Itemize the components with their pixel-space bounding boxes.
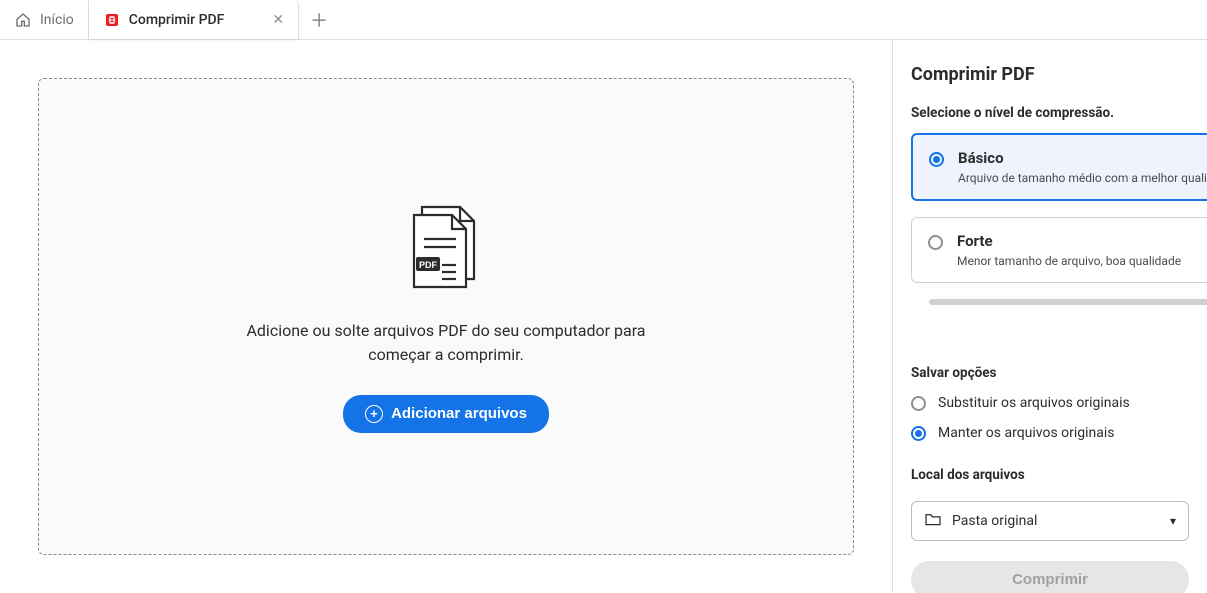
- location-value: Pasta original: [952, 513, 1037, 529]
- option-basic-desc: Arquivo de tamanho médio com a melhor qu…: [958, 171, 1207, 185]
- radio-icon: [929, 152, 944, 167]
- radio-icon: [911, 396, 926, 411]
- save-options-label: Salvar opções: [893, 365, 1207, 391]
- tab-compress-pdf[interactable]: Comprimir PDF ✕: [89, 0, 299, 39]
- save-option-keep[interactable]: Manter os arquivos originais: [893, 421, 1207, 451]
- tab-home[interactable]: Início: [0, 0, 89, 39]
- panel-subtitle: Selecione o nível de compressão.: [893, 97, 1207, 133]
- panel-title: Comprimir PDF: [893, 64, 1207, 97]
- tab-bar: Início Comprimir PDF ✕ ＋: [0, 0, 1207, 40]
- add-files-label: Adicionar arquivos: [391, 405, 527, 422]
- location-select[interactable]: Pasta original ▾: [911, 501, 1189, 541]
- plus-circle-icon: +: [365, 405, 383, 423]
- pdf-stack-icon: PDF: [402, 201, 490, 299]
- compression-option-strong[interactable]: Forte Menor tamanho de arquivo, boa qual…: [911, 217, 1207, 283]
- chevron-down-icon: ▾: [1170, 514, 1176, 528]
- compress-button-label: Comprimir: [1012, 571, 1088, 588]
- radio-icon: [928, 235, 943, 250]
- content-area: PDF Adicione ou solte arquivos PDF do se…: [0, 40, 1207, 593]
- compress-icon: [103, 11, 121, 29]
- option-basic-title: Básico: [958, 149, 1207, 167]
- save-option-replace[interactable]: Substituir os arquivos originais: [893, 391, 1207, 421]
- home-icon: [14, 11, 32, 29]
- sidebar-panel: Comprimir PDF Selecione o nível de compr…: [892, 40, 1207, 593]
- option-strong-title: Forte: [957, 232, 1181, 250]
- location-label: Local dos arquivos: [893, 451, 1207, 493]
- radio-icon: [911, 426, 926, 441]
- save-option-keep-label: Manter os arquivos originais: [938, 425, 1115, 441]
- new-tab-button[interactable]: ＋: [299, 0, 339, 39]
- compression-options: Básico Arquivo de tamanho médio com a me…: [893, 133, 1207, 305]
- compression-option-basic[interactable]: Básico Arquivo de tamanho médio com a me…: [911, 133, 1207, 201]
- save-option-replace-label: Substituir os arquivos originais: [938, 395, 1130, 411]
- main-panel: PDF Adicione ou solte arquivos PDF do se…: [0, 40, 892, 593]
- compress-button[interactable]: Comprimir: [911, 561, 1189, 593]
- plus-icon: ＋: [310, 7, 328, 33]
- add-files-button[interactable]: + Adicionar arquivos: [343, 395, 549, 433]
- dropzone[interactable]: PDF Adicione ou solte arquivos PDF do se…: [38, 78, 854, 555]
- folder-icon: [924, 512, 942, 530]
- dropzone-text: Adicione ou solte arquivos PDF do seu co…: [246, 319, 646, 367]
- close-icon[interactable]: ✕: [272, 12, 284, 28]
- tab-home-label: Início: [40, 12, 74, 28]
- option-strong-desc: Menor tamanho de arquivo, boa qualidade: [957, 254, 1181, 268]
- svg-text:PDF: PDF: [419, 260, 438, 270]
- tab-compress-label: Comprimir PDF: [129, 12, 225, 28]
